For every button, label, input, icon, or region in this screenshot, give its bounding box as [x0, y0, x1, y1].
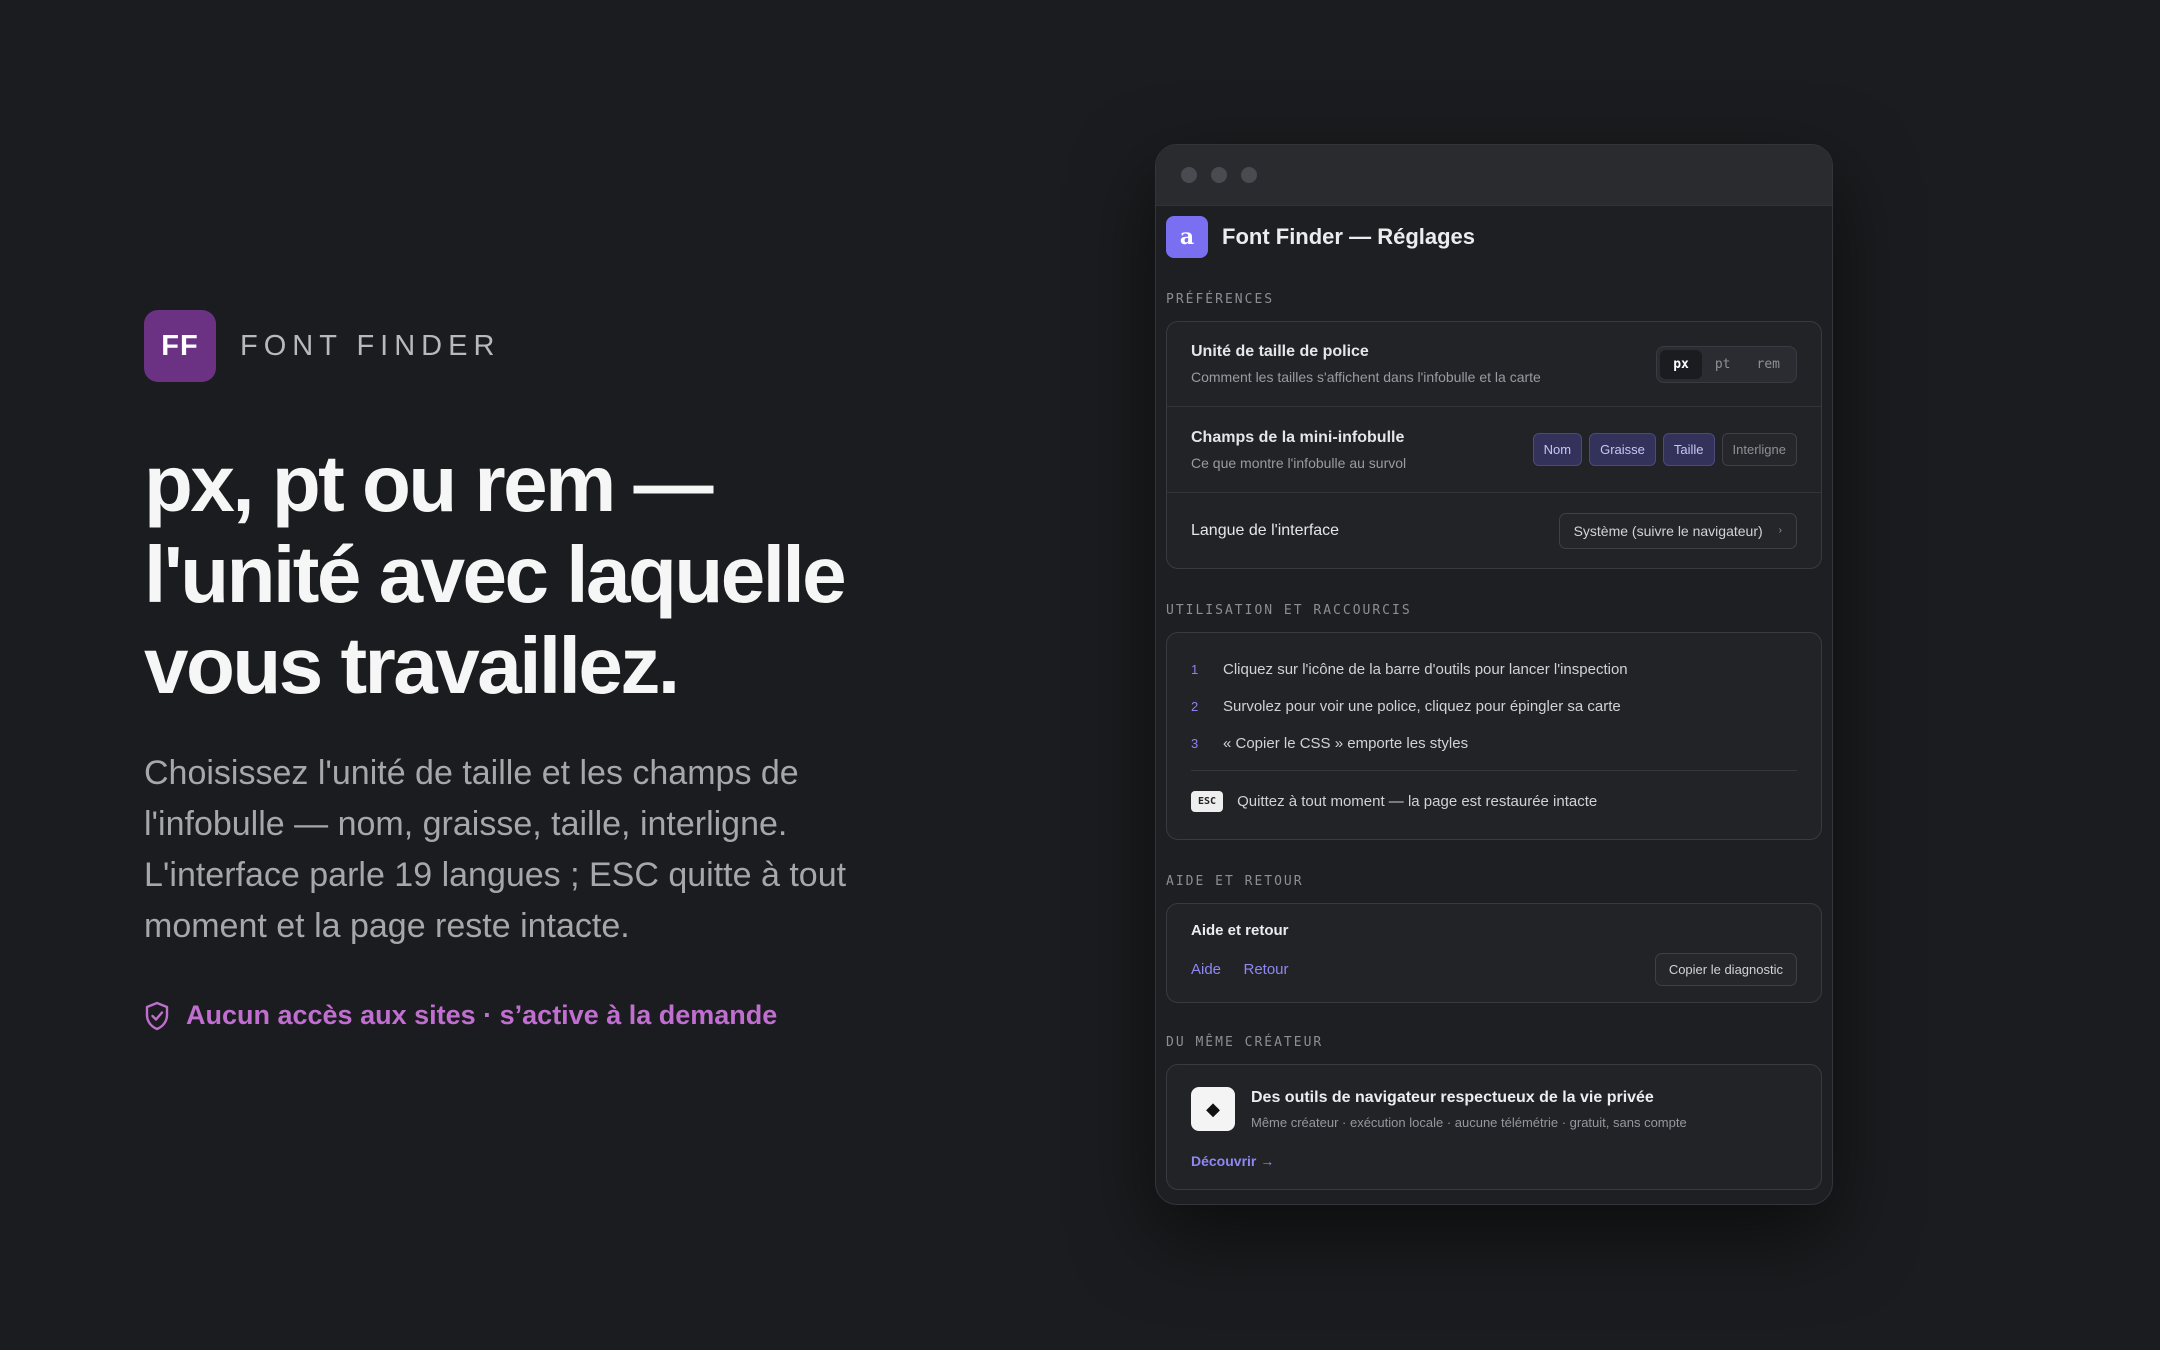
esc-key: ESC — [1191, 790, 1224, 812]
brand: FF FONT FINDER — [144, 310, 500, 382]
usage-step: 1 Cliquez sur l'icône de la barre d'outi… — [1191, 651, 1797, 688]
step-number: 2 — [1191, 699, 1199, 714]
window-zoom-dot[interactable] — [1241, 167, 1257, 183]
language-select[interactable]: Système (suivre le navigateur) › — [1558, 512, 1797, 549]
language-row: Langue de l'interface Système (suivre le… — [1167, 493, 1821, 568]
copy-diagnostic-button[interactable]: Copier le diagnostic — [1654, 953, 1797, 986]
brand-logo: FF — [144, 310, 216, 382]
step-text: « Copier le CSS » emporte les styles — [1223, 735, 1469, 752]
section-label-creator: DU MÊME CRÉATEUR — [1166, 1035, 1324, 1050]
section-label-help: AIDE ET RETOUR — [1166, 874, 1304, 889]
unit-title: Unité de taille de police — [1191, 343, 1369, 360]
discover-link[interactable]: Découvrir → — [1191, 1153, 1274, 1169]
esc-text: Quittez à tout moment — la page est rest… — [1237, 792, 1598, 810]
assurance-text: Aucun accès aux sites · s’active à la de… — [186, 1000, 778, 1030]
window-minimize-dot[interactable] — [1211, 167, 1227, 183]
shield-check-icon — [145, 1001, 169, 1030]
usage-step: 3 « Copier le CSS » emporte les styles — [1191, 725, 1797, 762]
chevron-icon: › — [1778, 525, 1782, 536]
divider — [1191, 770, 1797, 771]
chip-nom[interactable]: Nom — [1532, 433, 1583, 466]
esc-row: ESC Quittez à tout moment — la page est … — [1191, 781, 1797, 821]
usage-step: 2 Survolez pour voir une police, cliquez… — [1191, 688, 1797, 725]
unit-option-rem[interactable]: rem — [1744, 350, 1793, 379]
chip-graisse[interactable]: Graisse — [1589, 433, 1656, 466]
step-text: Cliquez sur l'icône de la barre d'outils… — [1223, 661, 1628, 678]
language-title: Langue de l'interface — [1191, 521, 1340, 539]
language-select-value: Système (suivre le navigateur) — [1573, 522, 1763, 539]
app-title: Font Finder — Réglages — [1222, 224, 1476, 249]
chip-interligne[interactable]: Interligne — [1721, 433, 1797, 466]
lede: Choisissez l'unité de taille et les cham… — [144, 754, 847, 945]
preferences-card: Unité de taille de police Comment les ta… — [1166, 321, 1822, 569]
tooltip-fields-subtitle: Ce que montre l'infobulle au survol — [1191, 454, 1407, 471]
app-icon: a — [1166, 216, 1208, 258]
usage-card: 1 Cliquez sur l'icône de la barre d'outi… — [1166, 632, 1822, 840]
headline-line: vous travaillez. — [144, 621, 680, 710]
step-number: 1 — [1191, 662, 1199, 677]
app-header: a Font Finder — Réglages — [1166, 206, 1822, 268]
step-number: 3 — [1191, 736, 1199, 751]
diamond-icon: ◆ — [1191, 1087, 1235, 1131]
step-text: Survolez pour voir une police, cliquez p… — [1223, 698, 1621, 715]
unit-option-pt[interactable]: pt — [1702, 350, 1744, 379]
window-close-dot[interactable] — [1181, 167, 1197, 183]
help-link[interactable]: Aide — [1191, 961, 1221, 978]
tooltip-fields-row: Champs de la mini-infobulle Ce que montr… — [1167, 407, 1821, 493]
feedback-link[interactable]: Retour — [1243, 961, 1288, 978]
unit-row: Unité de taille de police Comment les ta… — [1167, 322, 1821, 407]
chip-taille[interactable]: Taille — [1662, 433, 1715, 466]
section-label-usage: UTILISATION ET RACCOURCIS — [1166, 603, 1412, 618]
tooltip-field-chips: Nom Graisse Taille Interligne — [1532, 433, 1797, 466]
headline-line: l'unité avec laquelle — [144, 530, 847, 619]
creator-card: ◆ Des outils de navigateur respectueux d… — [1166, 1064, 1822, 1190]
headline: px, pt ou rem — l'unité avec laquelle vo… — [144, 438, 964, 711]
creator-title: Des outils de navigateur respectueux de … — [1251, 1089, 1654, 1106]
section-label-preferences: PRÉFÉRENCES — [1166, 292, 1275, 307]
privacy-assurance: Aucun accès aux sites · s’active à la de… — [144, 1000, 777, 1031]
unit-option-px[interactable]: px — [1660, 349, 1702, 379]
tooltip-fields-title: Champs de la mini-infobulle — [1191, 428, 1405, 446]
brand-name: FONT FINDER — [240, 329, 501, 362]
unit-segmented-control: px pt rem — [1656, 345, 1797, 383]
help-card: Aide et retour Aide Retour Copier le dia… — [1166, 903, 1822, 1003]
help-title: Aide et retour — [1191, 922, 1289, 939]
unit-subtitle: Comment les tailles s'affichent dans l'i… — [1191, 369, 1541, 385]
window-titlebar — [1156, 145, 1832, 206]
creator-subtitle: Même créateur · exécution locale · aucun… — [1251, 1115, 1687, 1130]
headline-line: px, pt ou rem — — [144, 439, 714, 528]
settings-window: a Font Finder — Réglages PRÉFÉRENCES Uni… — [1155, 144, 1833, 1205]
